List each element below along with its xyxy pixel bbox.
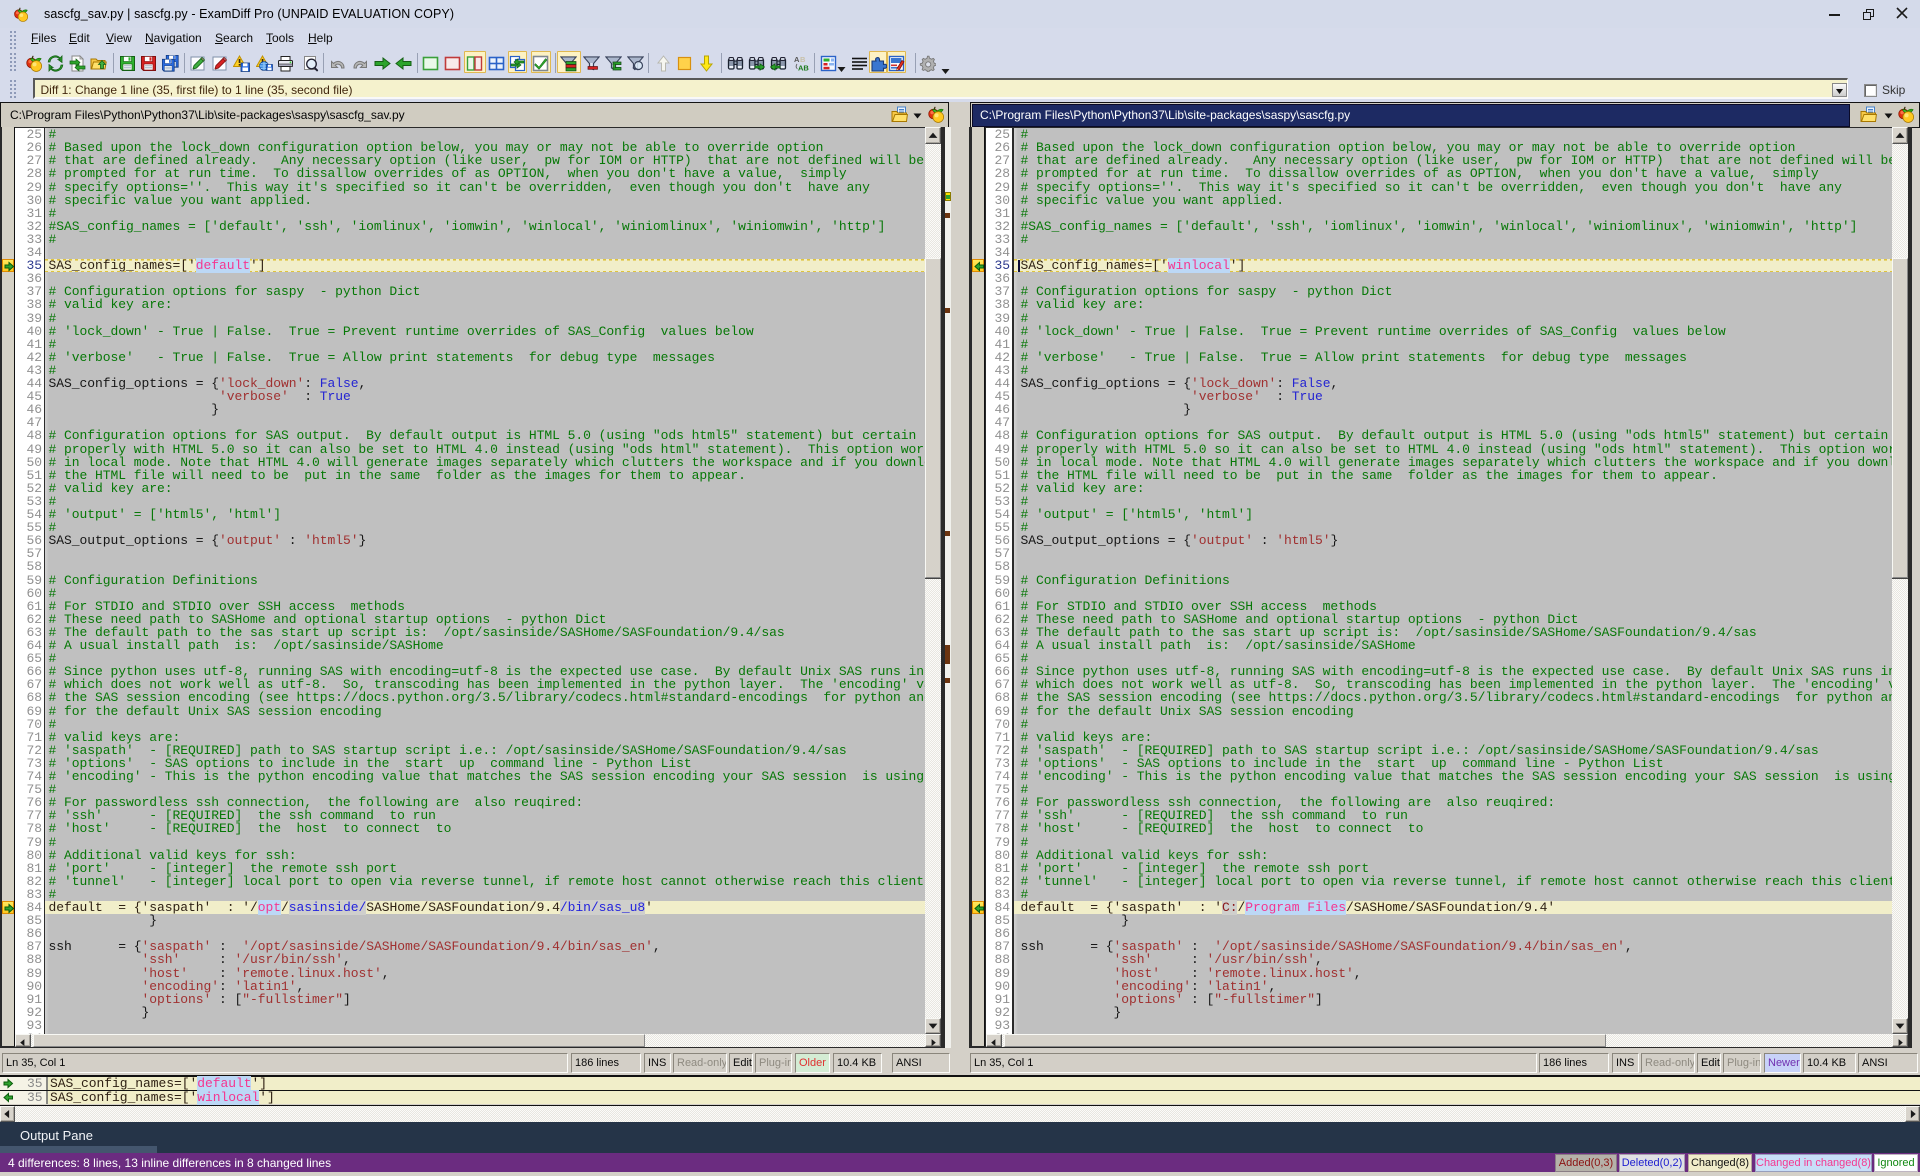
svg-text:AB: AB bbox=[798, 63, 809, 72]
